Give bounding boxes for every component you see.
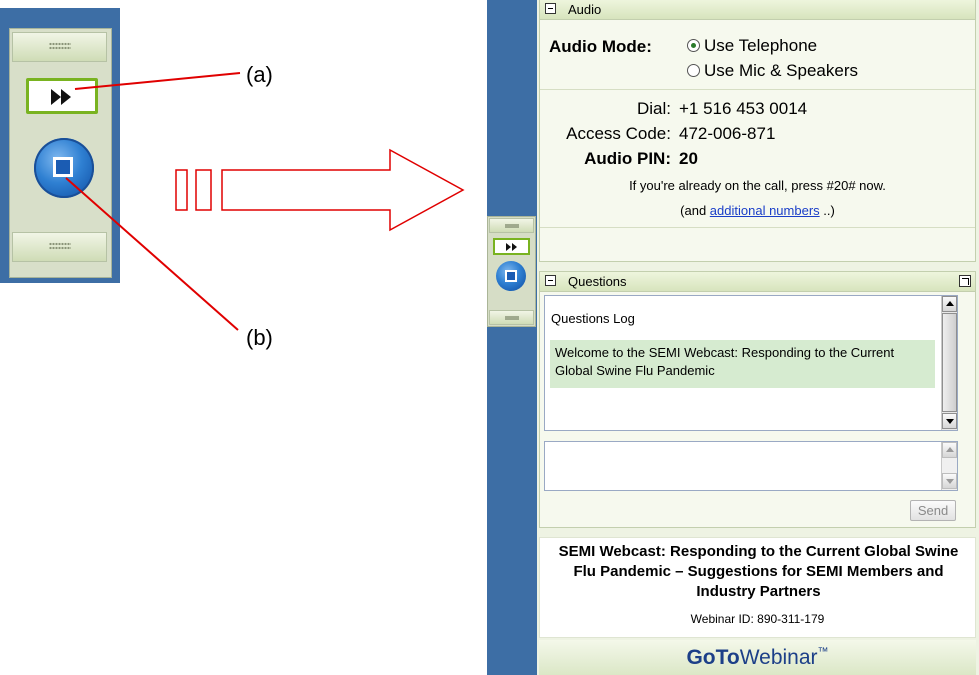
additional-numbers-line: (and additional numbers ..) bbox=[680, 203, 835, 218]
mini-toolbar bbox=[487, 216, 536, 327]
callout-label-b: (b) bbox=[246, 325, 273, 350]
access-code-value: 472-006-871 bbox=[679, 124, 776, 143]
questions-log-title: Questions Log bbox=[551, 311, 635, 326]
gotowebinar-logo: GoToWebinar™ bbox=[686, 646, 829, 669]
grip-top-icon[interactable] bbox=[489, 218, 534, 233]
side-strip bbox=[487, 0, 537, 675]
collapse-minus-icon[interactable] bbox=[545, 275, 556, 286]
questions-header-title: Questions bbox=[568, 274, 627, 289]
scroll-thumb[interactable] bbox=[942, 313, 957, 412]
stop-icon bbox=[505, 270, 517, 282]
radio-use-mic-speakers[interactable] bbox=[687, 64, 700, 77]
popout-icon[interactable] bbox=[959, 275, 971, 287]
questions-log[interactable]: Questions Log Welcome to the SEMI Webcas… bbox=[544, 295, 958, 431]
access-code-label: Access Code: bbox=[566, 124, 671, 143]
webinar-title: SEMI Webcast: Responding to the Current … bbox=[558, 543, 959, 600]
scroll-down-icon[interactable] bbox=[942, 413, 957, 429]
input-scrollbar[interactable] bbox=[941, 442, 957, 490]
audio-section: Audio Audio Mode: Use Telephone Use Mic … bbox=[539, 0, 976, 262]
question-input[interactable] bbox=[544, 441, 958, 491]
divider bbox=[540, 227, 975, 228]
brand-bar: GoToWebinar™ bbox=[539, 640, 976, 675]
callout-line-a bbox=[74, 72, 241, 90]
already-on-call-note: If you're already on the call, press #20… bbox=[629, 178, 886, 193]
send-button[interactable]: Send bbox=[910, 500, 956, 521]
fast-forward-button[interactable] bbox=[493, 238, 530, 255]
webinar-id: Webinar ID: 890-311-179 bbox=[690, 612, 825, 626]
grip-bottom-icon[interactable] bbox=[489, 310, 534, 325]
scroll-up-icon[interactable] bbox=[942, 442, 957, 458]
additional-numbers-link[interactable]: additional numbers bbox=[710, 203, 820, 218]
control-panel: Audio Audio Mode: Use Telephone Use Mic … bbox=[537, 0, 979, 675]
divider bbox=[540, 89, 975, 90]
audio-header[interactable]: Audio bbox=[540, 0, 975, 20]
dial-label: Dial: bbox=[636, 99, 671, 118]
questions-section: Questions Questions Log Welcome to the S… bbox=[539, 271, 976, 528]
webinar-info: SEMI Webcast: Responding to the Current … bbox=[539, 537, 976, 638]
stop-button[interactable] bbox=[496, 261, 526, 291]
callout-label-a: (a) bbox=[246, 62, 273, 87]
log-scrollbar[interactable] bbox=[941, 296, 957, 430]
radio-use-telephone[interactable] bbox=[687, 39, 700, 52]
use-telephone-label[interactable]: Use Telephone bbox=[704, 36, 817, 56]
dial-value: +1 516 453 0014 bbox=[679, 99, 808, 118]
play-forward-icon bbox=[506, 243, 511, 251]
scroll-down-icon[interactable] bbox=[942, 473, 957, 489]
questions-header[interactable]: Questions bbox=[540, 272, 975, 292]
welcome-message: Welcome to the SEMI Webcast: Responding … bbox=[550, 340, 935, 388]
scroll-up-icon[interactable] bbox=[942, 296, 957, 312]
callout-line-b bbox=[65, 177, 239, 331]
audio-pin-label: Audio PIN: bbox=[584, 149, 671, 168]
use-mic-speakers-label[interactable]: Use Mic & Speakers bbox=[704, 61, 858, 81]
big-right-arrow bbox=[175, 148, 465, 232]
collapse-minus-icon[interactable] bbox=[545, 3, 556, 14]
audio-header-title: Audio bbox=[568, 2, 602, 17]
audio-mode-label: Audio Mode: bbox=[549, 37, 652, 56]
audio-pin-value: 20 bbox=[679, 149, 698, 168]
